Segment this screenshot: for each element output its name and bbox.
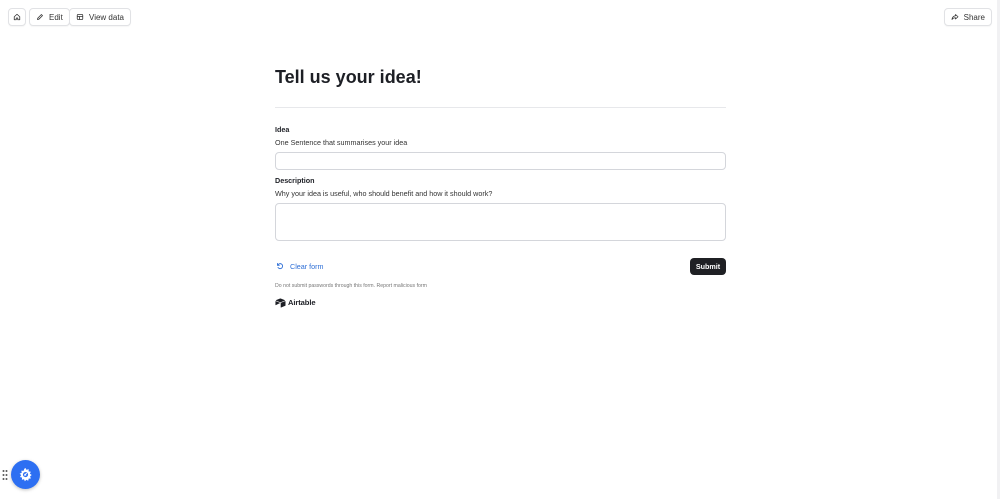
description-field-description: Why your idea is useful, who should bene… (275, 189, 493, 198)
idea-field-description: One Sentence that summarises your idea (275, 138, 408, 147)
idea-input[interactable] (275, 152, 726, 170)
view-data-button[interactable]: View data (69, 8, 131, 26)
report-malicious-link[interactable]: Report malicious form (377, 283, 427, 289)
idea-field-label: Idea (275, 125, 290, 134)
airtable-logo[interactable]: Airtable (275, 297, 316, 308)
clear-form-label: Clear form (290, 261, 324, 271)
edit-label: Edit (49, 12, 63, 22)
reset-icon (277, 263, 284, 270)
top-toolbar: Edit View data Share (0, 0, 1000, 34)
share-icon (951, 14, 959, 20)
share-button[interactable]: Share (943, 8, 992, 26)
table-icon (76, 14, 84, 20)
clear-form-button[interactable]: Clear form (276, 259, 324, 273)
drag-handle-icon[interactable] (2, 468, 8, 480)
title-divider (275, 107, 726, 108)
form-title: Tell us your idea! (275, 67, 422, 87)
home-button[interactable] (8, 8, 26, 26)
description-textarea[interactable] (275, 203, 726, 241)
airtable-wordmark: Airtable (288, 298, 316, 307)
share-label: Share (963, 12, 985, 22)
form-footnote: Do not submit passwords through this for… (275, 283, 427, 289)
edit-button[interactable]: Edit (29, 8, 70, 26)
rocket-gear-icon (19, 467, 32, 482)
view-data-label: View data (89, 12, 124, 22)
submit-button[interactable]: Submit (690, 258, 726, 275)
airtable-icon (275, 297, 286, 307)
password-warning: Do not submit passwords through this for… (275, 283, 376, 289)
pencil-icon (37, 14, 43, 20)
description-field-label: Description (275, 176, 315, 185)
home-icon (13, 13, 21, 21)
floating-action-button[interactable] (11, 460, 40, 489)
